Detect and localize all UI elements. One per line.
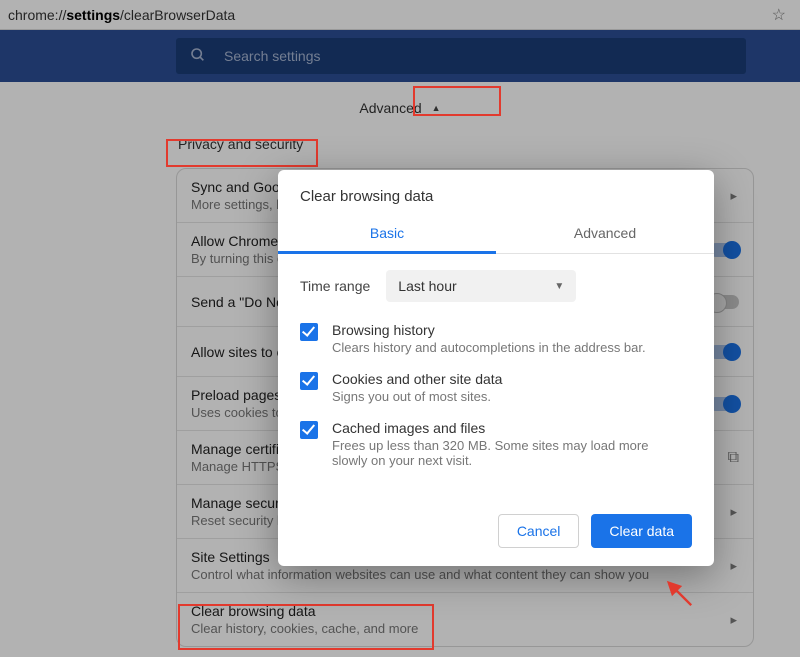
option-title: Cached images and files — [332, 420, 672, 436]
option-cookies[interactable]: Cookies and other site data Signs you out… — [278, 361, 714, 410]
time-range-row: Time range Last hour ▼ — [278, 254, 714, 312]
option-sub: Clears history and autocompletions in th… — [332, 340, 646, 355]
clear-data-button[interactable]: Clear data — [591, 514, 692, 548]
option-sub: Signs you out of most sites. — [332, 389, 502, 404]
tab-basic[interactable]: Basic — [278, 219, 496, 254]
dialog-title: Clear browsing data — [278, 170, 714, 219]
time-range-select[interactable]: Last hour ▼ — [386, 270, 576, 302]
time-range-value: Last hour — [398, 278, 456, 294]
tab-advanced[interactable]: Advanced — [496, 219, 714, 253]
option-cached[interactable]: Cached images and files Frees up less tha… — [278, 410, 714, 474]
dialog-actions: Cancel Clear data — [278, 474, 714, 552]
cancel-button[interactable]: Cancel — [498, 514, 580, 548]
option-title: Browsing history — [332, 322, 646, 338]
option-title: Cookies and other site data — [332, 371, 502, 387]
clear-browsing-data-dialog: Clear browsing data Basic Advanced Time … — [278, 170, 714, 566]
option-sub: Frees up less than 320 MB. Some sites ma… — [332, 438, 672, 468]
time-range-label: Time range — [300, 278, 370, 294]
chevron-down-icon: ▼ — [554, 281, 564, 292]
dialog-tabs: Basic Advanced — [278, 219, 714, 254]
option-browsing-history[interactable]: Browsing history Clears history and autoc… — [278, 312, 714, 361]
checkbox-checked-icon[interactable] — [300, 323, 318, 341]
checkbox-checked-icon[interactable] — [300, 372, 318, 390]
checkbox-checked-icon[interactable] — [300, 421, 318, 439]
